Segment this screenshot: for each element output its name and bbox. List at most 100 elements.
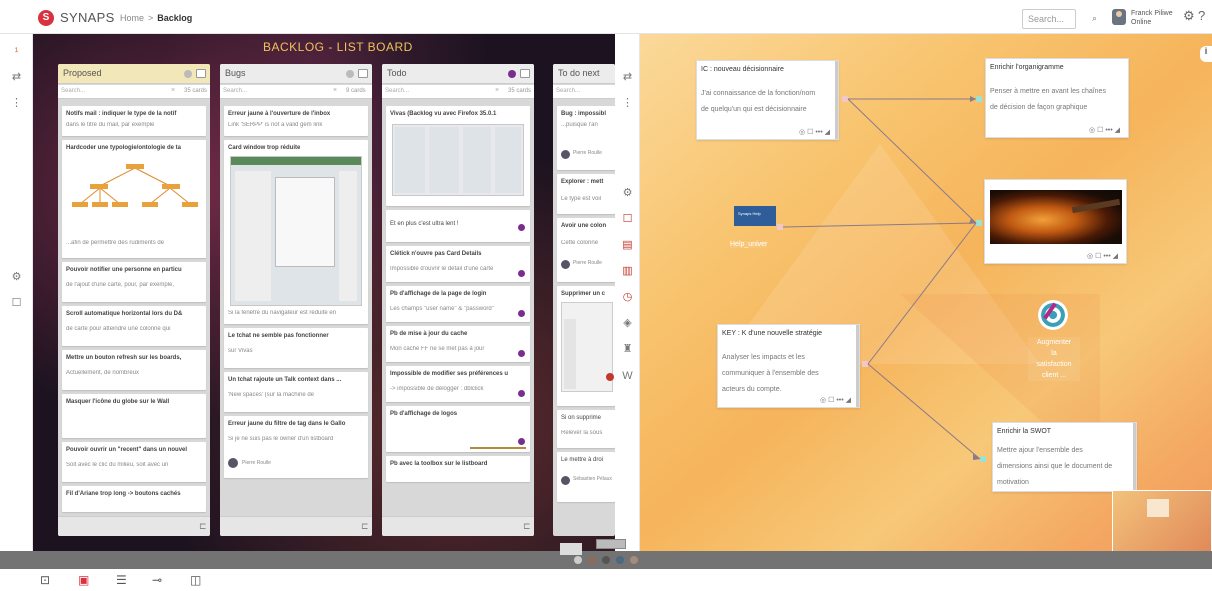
connector-handle[interactable] <box>980 456 986 462</box>
tree-icon[interactable]: ⋮ <box>615 96 640 109</box>
frame-icon[interactable]: ⊡ <box>40 573 50 587</box>
target-icon[interactable] <box>1038 300 1068 330</box>
node-key-strategie[interactable]: KEY : K d'une nouvelle stratégie Analyse… <box>717 324 860 408</box>
page-icon[interactable]: ☐ <box>615 212 640 225</box>
add-card-icon[interactable]: ⊏ <box>199 521 207 532</box>
node-actions[interactable]: ◎ ☐ ••• ◢ <box>1087 252 1118 260</box>
board-resize-handle[interactable] <box>560 543 582 555</box>
binoculars-icon[interactable]: ♜ <box>615 342 640 355</box>
assignee-avatar[interactable] <box>561 260 570 269</box>
breadcrumb-home[interactable]: Home <box>120 13 144 23</box>
card[interactable]: Pb avec la toolbox sur le listboard <box>386 456 530 482</box>
key-icon[interactable]: ⊸ <box>152 573 162 587</box>
card[interactable]: Erreur jaune à l'ouverture de l'inbox Lin… <box>224 106 368 136</box>
clear-icon[interactable]: × <box>333 87 337 94</box>
search-input[interactable]: Search... <box>1022 9 1076 29</box>
rail-settings-icon[interactable]: ⚙ <box>0 270 33 283</box>
card[interactable]: Pouvoir notifier une personne en particu… <box>62 262 206 302</box>
settings-icon[interactable]: ⚙ <box>615 186 640 199</box>
clear-icon[interactable]: × <box>171 87 175 94</box>
participant-avatar[interactable] <box>616 556 624 564</box>
connector-handle[interactable] <box>976 96 982 102</box>
assignee-avatar[interactable] <box>561 150 570 159</box>
rail-link-icon[interactable]: ⇄ <box>0 70 33 83</box>
user-avatar[interactable] <box>1112 9 1126 25</box>
column-header[interactable]: Todo <box>382 64 534 84</box>
node-enrichir-organigramme[interactable]: Enrichir l'organigramme Penser à mettre … <box>985 58 1129 138</box>
clear-icon[interactable]: × <box>495 87 499 94</box>
card[interactable]: Pb d'affichage de la page de login Les ch… <box>386 286 530 322</box>
node-guitar-image[interactable]: ◎ ☐ ••• ◢ <box>984 179 1127 264</box>
mind-map-canvas[interactable]: IC : nouveau décisionnaire J'ai connaiss… <box>640 34 1212 551</box>
card[interactable]: Pouvoir ouvrir un "recent" dans un nouve… <box>62 442 206 482</box>
column-color-icon[interactable] <box>346 70 354 78</box>
node-ic-nouveau-decisionnaire[interactable]: IC : nouveau décisionnaire J'ai connaiss… <box>696 60 839 140</box>
minimap-viewport[interactable] <box>1147 499 1169 517</box>
column-search[interactable]: Search... × 35 cards <box>382 85 534 99</box>
link-icon[interactable]: ⇄ <box>615 70 640 83</box>
card[interactable]: Vivas (Backlog vu avec Firefox 35.0.1 <box>386 106 530 206</box>
card[interactable]: Le tchat ne semble pas fonctionner sur Vi… <box>224 328 368 368</box>
participant-avatar[interactable] <box>574 556 582 564</box>
add-card-icon[interactable]: ⊏ <box>361 521 369 532</box>
columns-layout-icon[interactable]: ◫ <box>190 573 201 587</box>
column-header[interactable]: Proposed <box>58 64 210 84</box>
card[interactable]: Notifs mail : indiquer le type de la not… <box>62 106 206 136</box>
wiki-w-icon[interactable]: W <box>615 370 640 382</box>
info-icon[interactable]: i <box>1200 46 1212 62</box>
node-enrichir-swot[interactable]: Enrichir la SWOT Mettre ajour l'ensemble… <box>992 422 1137 492</box>
card[interactable]: Mettre un bouton refresh sur les boards,… <box>62 350 206 390</box>
synaps-logo-icon[interactable]: S <box>38 10 54 26</box>
card[interactable]: Bug : impossibl ...puisque l'an Pierre Ro… <box>557 106 615 170</box>
column-search[interactable]: Search... <box>553 85 615 99</box>
minimap[interactable] <box>1112 490 1212 551</box>
card[interactable]: Card window trop réduite Si la fenêtre d… <box>224 140 368 324</box>
connector-handle[interactable] <box>777 224 783 230</box>
card[interactable]: Impossible de modifier ses préférences u… <box>386 366 530 402</box>
settings-gear-icon[interactable]: ⚙ <box>1183 8 1195 24</box>
assignee-avatar[interactable] <box>561 476 570 485</box>
column-color-icon[interactable] <box>184 70 192 78</box>
column-search[interactable]: Search... × 35 cards <box>58 85 210 99</box>
help-question-icon[interactable]: ? <box>1198 8 1205 23</box>
rail-page-icon[interactable]: ☐ <box>0 296 33 309</box>
card[interactable]: Et en plus c'est ultra lent ! <box>386 210 530 242</box>
node-actions[interactable]: ◎ ☐ ••• ◢ <box>1089 126 1120 134</box>
participant-avatar[interactable] <box>602 556 610 564</box>
connector-handle[interactable] <box>976 220 982 226</box>
list-icon[interactable]: ☰ <box>116 573 127 587</box>
participant-avatar[interactable] <box>630 556 638 564</box>
card[interactable]: Le mettre à droi Sébastien Pélaux <box>557 452 615 502</box>
board-scroll-thumb[interactable] <box>596 539 626 549</box>
user-info[interactable]: Franck Piliwe Online <box>1131 9 1173 27</box>
card[interactable]: Supprimer un c <box>557 286 615 406</box>
clock-icon[interactable]: ◷ <box>615 290 640 303</box>
rail-notification-icon[interactable]: ¹ <box>0 46 33 58</box>
card[interactable]: Explorer : mett Le type est voil <box>557 174 615 214</box>
card[interactable]: Masquer l'icône du globe sur le Wall <box>62 394 206 438</box>
card[interactable]: Si on supprime Relever la sous <box>557 410 615 448</box>
column-menu-icon[interactable] <box>196 69 206 78</box>
card[interactable]: Fil d'Ariane trop long -> boutons cachés <box>62 486 206 512</box>
connector-handle[interactable] <box>842 96 848 102</box>
column-header[interactable]: Bugs <box>220 64 372 84</box>
card[interactable]: Pb de mise à jour du cache Mon cache FF n… <box>386 326 530 362</box>
add-card-icon[interactable]: ⊏ <box>523 521 531 532</box>
card[interactable]: Scroll automatique horizontal lors du D&… <box>62 306 206 346</box>
column-color-icon[interactable] <box>508 70 516 78</box>
column-header[interactable]: To do next <box>553 64 615 84</box>
search-icon[interactable]: ⌕ <box>1092 13 1097 24</box>
help-node-thumbnail[interactable]: Synaps Help <box>734 206 776 226</box>
card[interactable]: Pb d'affichage de logos <box>386 406 530 452</box>
node-actions[interactable]: ◎ ☐ ••• ◢ <box>799 128 830 136</box>
note-icon[interactable]: ▤ <box>615 238 640 251</box>
tag-icon[interactable]: ◈ <box>615 316 640 329</box>
synaps-app-icon[interactable]: ▣ <box>78 573 89 587</box>
connector-handle[interactable] <box>862 361 868 367</box>
card[interactable]: Clétick n'ouvre pas Card Details Impossib… <box>386 246 530 282</box>
column-menu-icon[interactable] <box>520 69 530 78</box>
card[interactable]: Erreur jaune du filtre de tag dans le Ga… <box>224 416 368 478</box>
node-actions[interactable]: ◎ ☐ ••• ◢ <box>820 396 851 404</box>
card[interactable]: Avoir une colon Cette colonne Pierre Roul… <box>557 218 615 282</box>
column-search[interactable]: Search... × 9 cards <box>220 85 372 99</box>
